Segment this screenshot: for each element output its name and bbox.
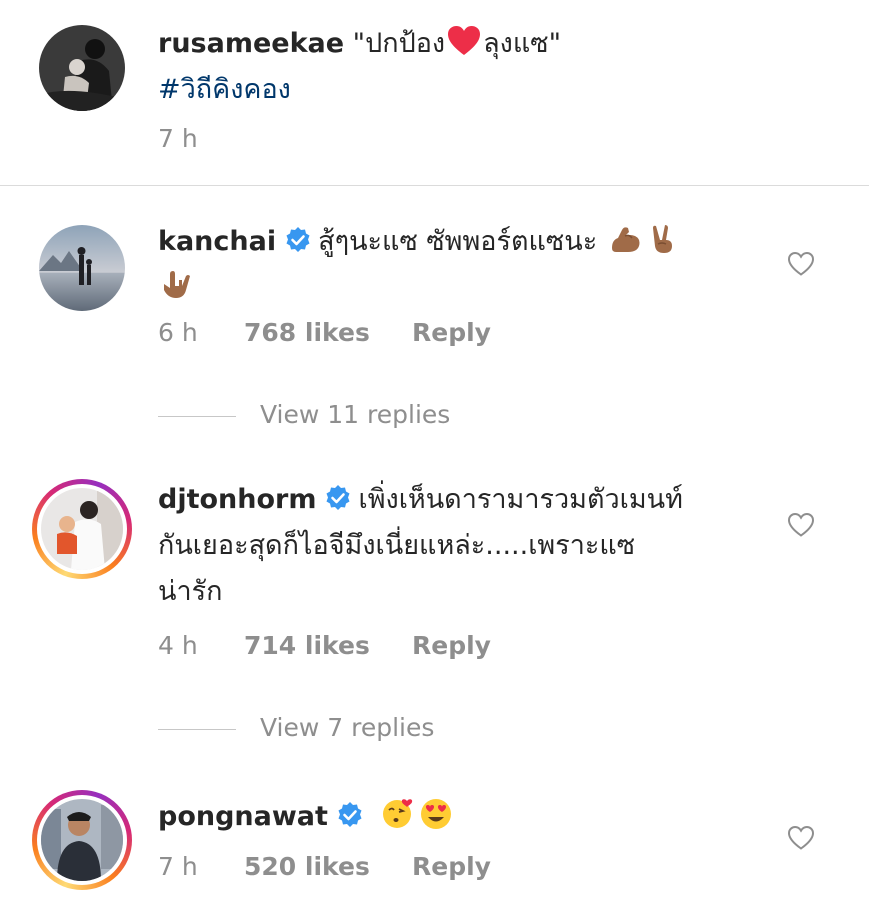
- avatar-photo: [41, 488, 123, 570]
- comment-text-pongnawat: pongnawat: [158, 794, 455, 840]
- flexed-biceps-emoji-icon: [608, 222, 642, 256]
- verified-badge-icon: [284, 226, 312, 254]
- reply-button[interactable]: Reply: [412, 852, 491, 881]
- avatar-pongnawat-story-ring[interactable]: [32, 790, 132, 890]
- comment-username-kanchai[interactable]: kanchai: [158, 226, 276, 257]
- caption-hashtag[interactable]: #วิถีคิงคอง: [158, 74, 291, 105]
- avatar-kanchai[interactable]: [39, 225, 125, 311]
- comment-username-pongnawat[interactable]: pongnawat: [158, 801, 328, 832]
- caption-text-end: ลุงแซ": [483, 28, 562, 59]
- replies-divider-line: [158, 728, 236, 730]
- verified-badge-icon: [324, 484, 352, 512]
- reply-button[interactable]: Reply: [412, 631, 491, 660]
- comment-body-line1: เพิ่งเห็นดารามารวมตัวเมนท์: [358, 484, 683, 515]
- view-replies-label: View 7 replies: [260, 713, 435, 742]
- view-replies-button[interactable]: View 11 replies: [158, 400, 450, 429]
- love-you-gesture-emoji-icon: [160, 268, 194, 302]
- comment-body-line3: น่ารัก: [158, 576, 223, 607]
- comment-time: 7 h: [158, 852, 198, 881]
- view-replies-button[interactable]: View 7 replies: [158, 713, 434, 742]
- replies-divider-line: [158, 415, 236, 417]
- like-heart-icon[interactable]: [787, 825, 815, 851]
- comment-body-kanchai: สู้ๆนะแซ ซัพพอร์ตแซนะ: [318, 226, 598, 257]
- avatar-photo: [41, 799, 123, 881]
- caption-text-start: "ปกป้อง: [352, 28, 446, 59]
- caption-username[interactable]: rusameekae: [158, 28, 344, 59]
- like-heart-icon[interactable]: [787, 512, 815, 538]
- view-replies-label: View 11 replies: [260, 400, 451, 429]
- heart-eyes-face-emoji-icon: [419, 797, 453, 831]
- comment-meta-pongnawat: 7 h 520 likes Reply: [158, 852, 491, 881]
- likes-count-button[interactable]: 768 likes: [244, 318, 412, 347]
- likes-count-button[interactable]: 714 likes: [244, 631, 412, 660]
- comment-meta-djtonhorm: 4 h 714 likes Reply: [158, 631, 491, 660]
- reply-button[interactable]: Reply: [412, 318, 491, 347]
- comment-text-djtonhorm: djtonhorm เพิ่งเห็นดารามารวมตัวเมนท์ กันเ…: [158, 477, 768, 615]
- comment-time: 6 h: [158, 318, 198, 347]
- caption-divider: [0, 185, 869, 186]
- caption-text: rusameekae "ปกป้อง ลุงแซ" #วิถีคิงคอง: [158, 21, 561, 113]
- comment-username-djtonhorm[interactable]: djtonhorm: [158, 484, 316, 515]
- verified-badge-icon: [336, 801, 364, 829]
- avatar-photo: [39, 225, 125, 311]
- comment-body-line2: กันเยอะสุดก็ไอจีมึงเนี่ยแหล่ะ.....เพราะแ…: [158, 530, 636, 561]
- avatar-rusameekae[interactable]: [39, 25, 125, 111]
- comment-text-kanchai: kanchai สู้ๆนะแซ ซัพพอร์ตแซนะ: [158, 219, 758, 311]
- red-heart-emoji-icon: [447, 24, 481, 58]
- like-heart-icon[interactable]: [787, 251, 815, 277]
- kissing-heart-face-emoji-icon: [381, 797, 415, 831]
- avatar-photo: [39, 25, 125, 111]
- comment-meta-kanchai: 6 h 768 likes Reply: [158, 318, 491, 347]
- caption-meta: 7 h: [158, 124, 244, 153]
- victory-hand-emoji-icon: [646, 222, 680, 256]
- avatar-djtonhorm-story-ring[interactable]: [32, 479, 132, 579]
- caption-time: 7 h: [158, 124, 198, 153]
- likes-count-button[interactable]: 520 likes: [244, 852, 412, 881]
- comment-time: 4 h: [158, 631, 198, 660]
